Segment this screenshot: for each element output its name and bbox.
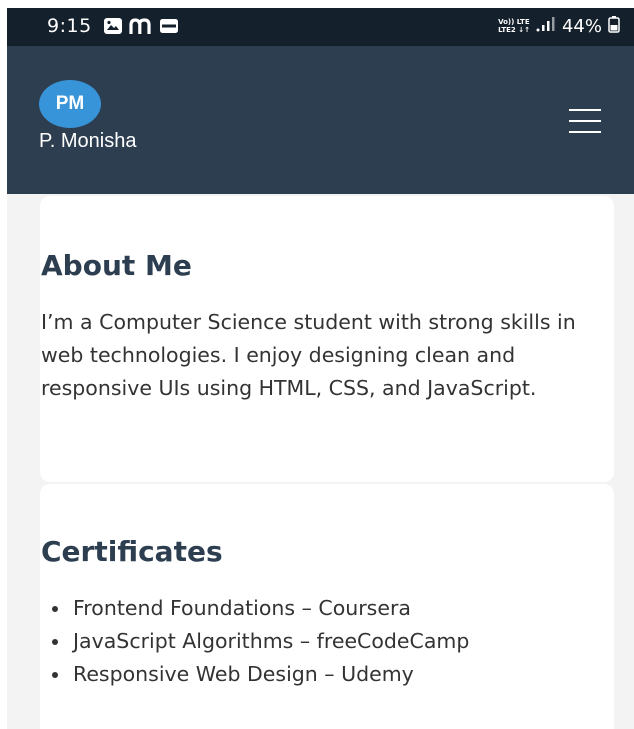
net-bottom-label: LTE2 ↓↑ — [498, 26, 530, 34]
about-title: About Me — [41, 249, 192, 282]
status-right: Vo)) LTE LTE2 ↓↑ 44% — [498, 15, 620, 37]
list-item: JavaScript Algorithms – freeCodeCamp — [71, 625, 469, 658]
certificates-card: Certificates Frontend Foundations – Cour… — [40, 484, 614, 729]
volte-icon: Vo)) LTE LTE2 ↓↑ — [498, 18, 530, 34]
paytm-icon — [159, 17, 179, 39]
certificates-list: Frontend Foundations – Coursera JavaScri… — [41, 592, 469, 691]
avatar: PM — [39, 80, 101, 128]
signal-icon — [536, 16, 556, 36]
notification-icons — [103, 17, 179, 39]
about-text: I’m a Computer Science student with stro… — [41, 310, 576, 400]
list-item: Frontend Foundations – Coursera — [71, 592, 469, 625]
app-header: PM P. Monisha — [7, 46, 634, 194]
m-app-icon — [128, 17, 154, 39]
phone-screen: 9:15 Vo)) LTE LTE2 ↓↑ 44% PM P. Monisha … — [7, 8, 634, 729]
net-top-label: Vo)) LTE — [498, 18, 530, 26]
hamburger-menu-icon[interactable] — [569, 109, 603, 135]
gallery-icon — [103, 17, 123, 39]
user-name: P. Monisha — [39, 130, 137, 152]
certificates-title: Certificates — [41, 535, 223, 568]
status-bar: 9:15 Vo)) LTE LTE2 ↓↑ 44% — [7, 8, 634, 46]
battery-icon — [608, 15, 620, 37]
list-item: Responsive Web Design – Udemy — [71, 658, 469, 691]
status-time: 9:15 — [47, 15, 92, 37]
about-card: About Me I’m a Computer Science student … — [40, 196, 614, 482]
battery-percent: 44% — [561, 15, 602, 37]
